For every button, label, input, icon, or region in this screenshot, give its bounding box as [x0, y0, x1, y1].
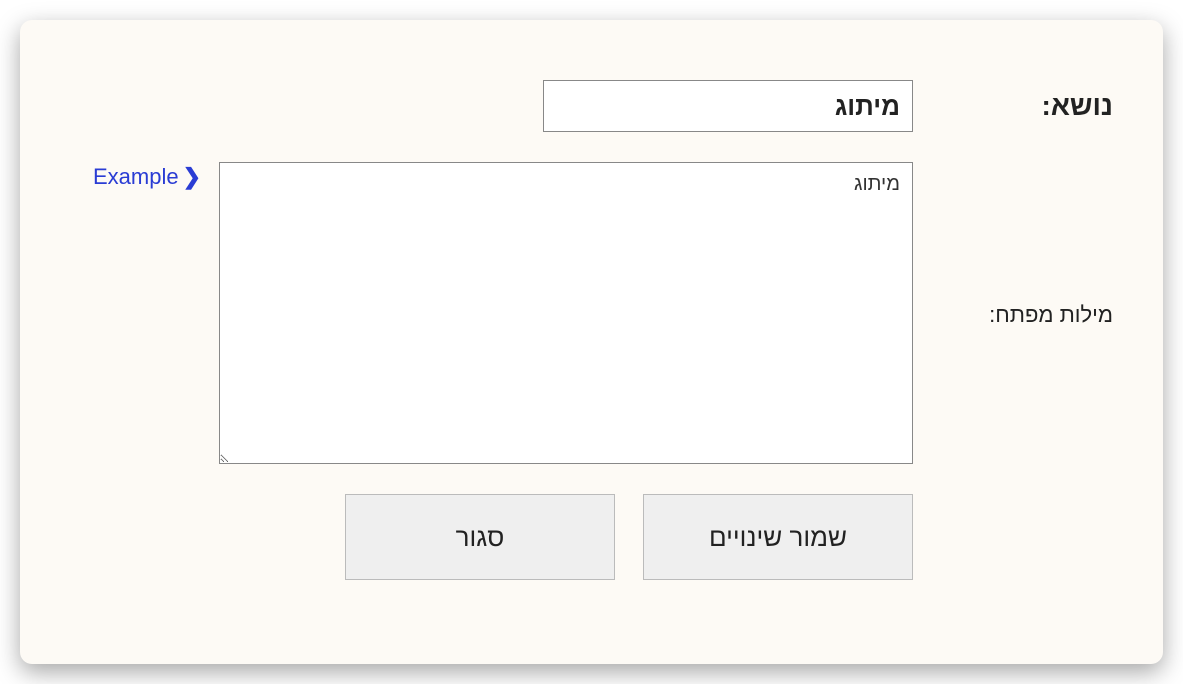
- subject-row: נושא:: [70, 80, 1113, 132]
- example-link-text: Example: [93, 164, 179, 190]
- keywords-row: מילות מפתח: Example ❯: [70, 162, 1113, 464]
- subject-label: נושא:: [913, 80, 1113, 122]
- subject-input-col: [70, 80, 913, 132]
- save-button[interactable]: שמור שינויים: [643, 494, 913, 580]
- chevron-right-icon: ❯: [183, 164, 201, 190]
- example-link[interactable]: Example ❯: [93, 164, 201, 190]
- button-row: שמור שינויים סגור: [70, 494, 913, 580]
- close-button[interactable]: סגור: [345, 494, 615, 580]
- edit-dialog: נושא: מילות מפתח: Example ❯ שמור שינויים…: [20, 20, 1163, 664]
- keywords-wrap: Example ❯: [70, 162, 913, 464]
- subject-input[interactable]: [543, 80, 913, 132]
- keywords-label: מילות מפתח:: [913, 162, 1113, 328]
- keywords-textarea[interactable]: [219, 162, 913, 464]
